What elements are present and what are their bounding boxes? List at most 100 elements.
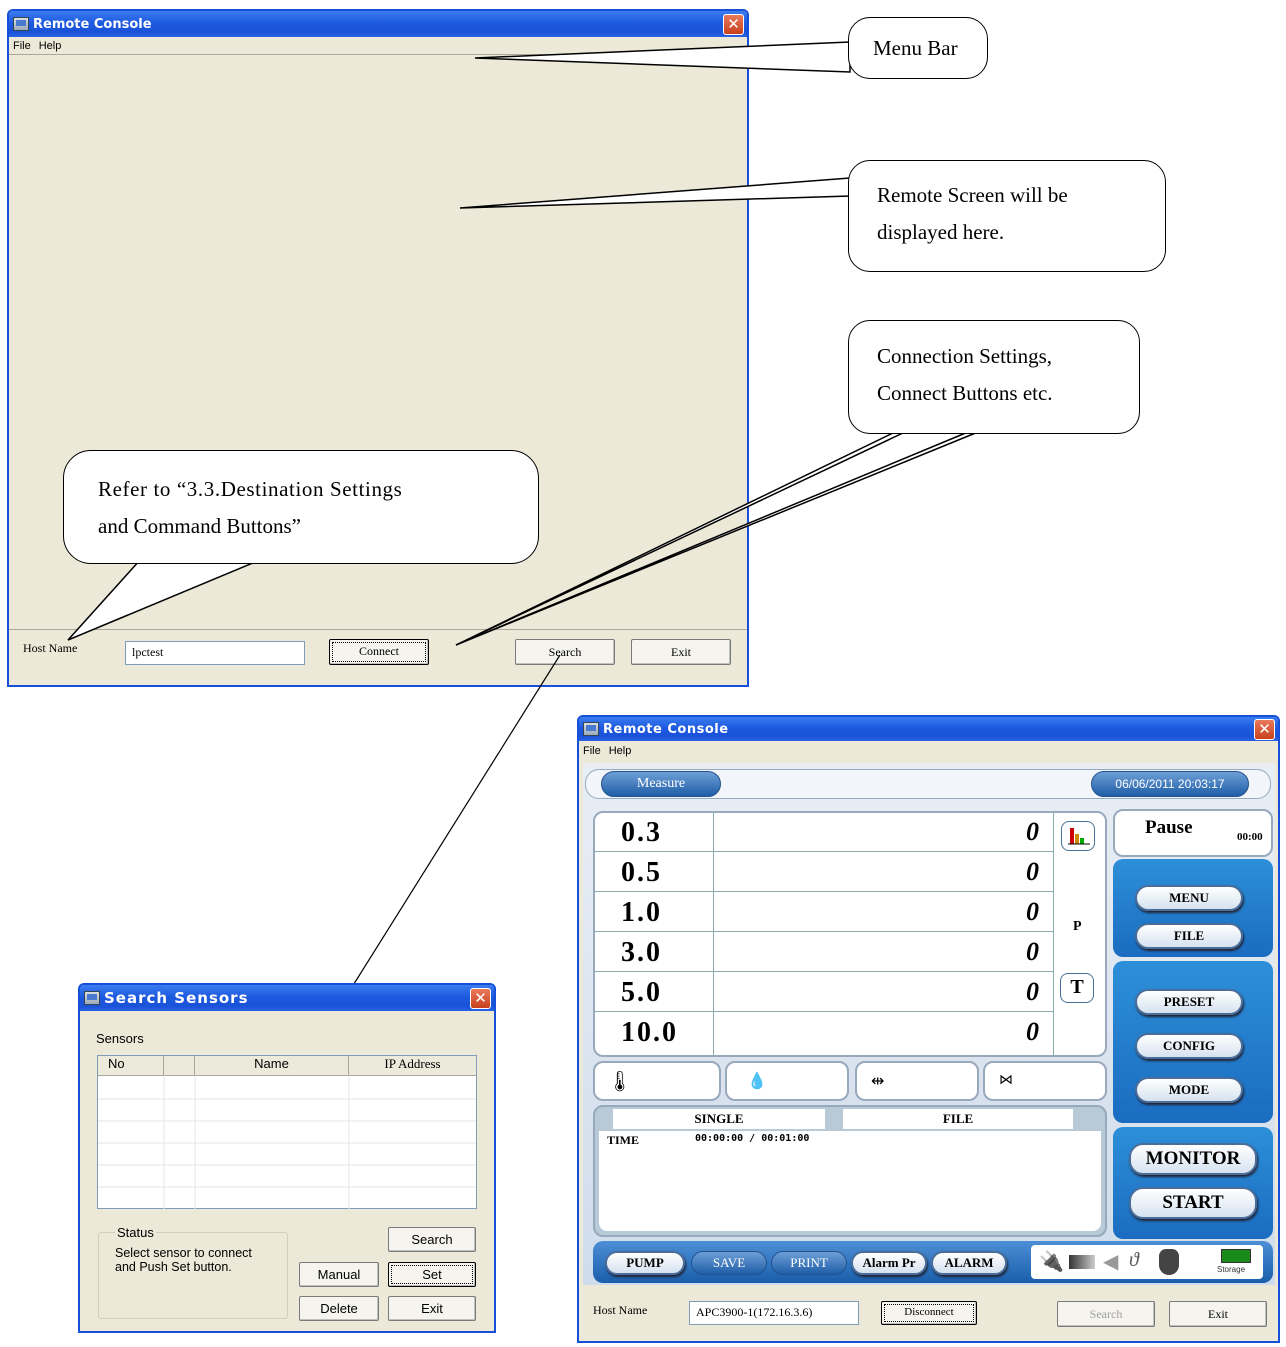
remote-search-button[interactable]: Search: [1057, 1301, 1155, 1327]
disconnect-button[interactable]: Disconnect: [881, 1301, 977, 1325]
pump-button[interactable]: PUMP: [605, 1251, 685, 1275]
status-text: Pause: [1145, 817, 1193, 838]
size-row: 0.5 0: [595, 853, 1053, 892]
remote-titlebar[interactable]: Remote Console ✕: [579, 717, 1278, 741]
file-button[interactable]: FILE: [1135, 923, 1243, 949]
status-panel: Pause 00:00: [1113, 809, 1273, 857]
refer-callout: Refer to “3.3.Destination Settings and C…: [63, 450, 539, 564]
search-arrow-line: [346, 654, 561, 996]
sampling-panel: SINGLE FILE TIME 00:00:00 / 00:01:00: [593, 1105, 1107, 1237]
remote-screen-callout: Remote Screen will be displayed here.: [848, 160, 1166, 272]
time-label: TIME: [607, 1133, 640, 1147]
status-group: Status Select sensor to connect and Push…: [98, 1225, 288, 1319]
size-row: 1.0 0: [595, 893, 1053, 932]
size-row: 10.0 0: [595, 1013, 1053, 1052]
size-row: 5.0 0: [595, 973, 1053, 1012]
remote-screen-pointer: [459, 177, 851, 209]
close-icon[interactable]: ✕: [470, 988, 491, 1009]
time-area: TIME 00:00:00 / 00:01:00: [599, 1131, 1101, 1231]
count-value: 0: [1026, 1017, 1039, 1046]
file-tab[interactable]: FILE: [843, 1109, 1073, 1129]
refer-callout-line1: Refer to “3.3.Destination Settings: [98, 477, 403, 501]
table-header: No Name IP Address: [98, 1056, 476, 1076]
remote-menu-help[interactable]: Help: [609, 745, 632, 757]
size-row: 3.0 0: [595, 933, 1053, 972]
measure-tab[interactable]: Measure: [601, 771, 721, 797]
size-value: 0.5: [621, 857, 662, 888]
manual-button[interactable]: Manual: [299, 1262, 379, 1287]
icon-col-divider: [1053, 813, 1054, 1055]
count-value: 0: [1026, 817, 1039, 846]
count-panel: 0.3 0 0.5 0 1.0 0 3.0 0 5.0 0 10.0 0 P T: [593, 811, 1107, 1057]
time-value: 00:00:00 / 00:01:00: [695, 1133, 810, 1144]
exit-sensors-button[interactable]: Exit: [388, 1296, 476, 1321]
menu-bar-callout-text: Menu Bar: [873, 36, 958, 60]
power-plug-icon: 🔌: [1039, 1251, 1064, 1273]
monitor-button[interactable]: MONITOR: [1129, 1143, 1257, 1175]
search-titlebar[interactable]: Search Sensors ✕: [80, 985, 494, 1011]
config-button[interactable]: CONFIG: [1135, 1033, 1243, 1059]
single-tab[interactable]: SINGLE: [613, 1109, 825, 1129]
search-title: Search Sensors: [104, 989, 249, 1007]
sensors-label: Sensors: [96, 1031, 144, 1046]
count-value: 0: [1026, 977, 1039, 1006]
col-blank[interactable]: [164, 1056, 195, 1075]
start-button[interactable]: START: [1129, 1187, 1257, 1219]
refer-pointer: [67, 559, 261, 641]
search-sensors-window: Search Sensors ✕ Sensors No Name IP Addr…: [78, 983, 496, 1333]
size-value: 1.0: [621, 897, 662, 928]
connection-callout: Connection Settings, Connect Buttons etc…: [848, 320, 1140, 434]
connection-callout-line2: Connect Buttons etc.: [877, 381, 1053, 405]
menu-button[interactable]: MENU: [1135, 885, 1243, 911]
speaker-icon: ◀: [1103, 1251, 1119, 1273]
status-icons-panel: 🔌 ◀ ϑ Storage: [1031, 1245, 1263, 1279]
close-icon[interactable]: ✕: [1254, 719, 1275, 740]
col-ip[interactable]: IP Address: [349, 1056, 476, 1075]
sensors-table[interactable]: No Name IP Address: [97, 1055, 477, 1209]
connection-callout-line1: Connection Settings,: [877, 344, 1052, 368]
col-no[interactable]: No: [98, 1056, 164, 1075]
col-name[interactable]: Name: [195, 1056, 349, 1075]
preset-button[interactable]: PRESET: [1135, 989, 1243, 1015]
alarm-pr-button[interactable]: Alarm Pr: [851, 1251, 927, 1275]
alarm-button[interactable]: ALARM: [931, 1251, 1007, 1275]
console-icon: [583, 722, 599, 736]
count-value: 0: [1026, 937, 1039, 966]
remote-menubar: File Help: [579, 741, 1278, 761]
flow-icon[interactable]: ⇹: [855, 1061, 979, 1101]
table-grid: [98, 1077, 476, 1209]
size-value: 3.0: [621, 937, 662, 968]
t-button[interactable]: T: [1060, 973, 1094, 1003]
count-value: 0: [1026, 857, 1039, 886]
print-button[interactable]: PRINT: [771, 1251, 847, 1275]
status-legend: Status: [117, 1225, 154, 1240]
size-value: 5.0: [621, 977, 662, 1008]
status-time: 00:00: [1237, 831, 1263, 843]
temperature-icon[interactable]: 🌡: [593, 1061, 721, 1101]
ver-icon: ϑ: [1129, 1249, 1139, 1271]
remote-exit-button[interactable]: Exit: [1169, 1301, 1267, 1327]
search-sensors-button[interactable]: Search: [388, 1227, 476, 1252]
menu-bar-callout: Menu Bar: [848, 17, 988, 79]
mode-button[interactable]: MODE: [1135, 1077, 1243, 1103]
battery-icon: [1069, 1255, 1095, 1269]
p-indicator: P: [1073, 919, 1082, 934]
datetime-display: 06/06/2011 20:03:17: [1091, 771, 1249, 797]
save-button[interactable]: SAVE: [691, 1251, 767, 1275]
menu-bar-pointer: [474, 41, 851, 73]
remote-host-label: Host Name: [593, 1303, 648, 1317]
shield-icon: [1159, 1249, 1179, 1275]
size-row: 0.3 0: [595, 813, 1053, 852]
app-area: Measure 06/06/2011 20:03:17 0.3 0 0.5 0 …: [583, 763, 1275, 1285]
remote-host-input[interactable]: APC3900-1(172.16.3.6): [689, 1301, 859, 1325]
set-button[interactable]: Set: [388, 1262, 476, 1287]
refer-callout-line2: and Command Buttons”: [98, 514, 301, 538]
pump-valve-icon[interactable]: ⋈: [983, 1061, 1107, 1101]
humidity-icon[interactable]: 💧: [725, 1061, 849, 1101]
remote-screen-callout-line1: Remote Screen will be: [877, 183, 1068, 207]
histogram-icon[interactable]: [1061, 821, 1095, 851]
remote-menu-file[interactable]: File: [583, 745, 601, 757]
delete-button[interactable]: Delete: [299, 1296, 379, 1321]
storage-icon: [1221, 1249, 1251, 1263]
count-value: 0: [1026, 897, 1039, 926]
